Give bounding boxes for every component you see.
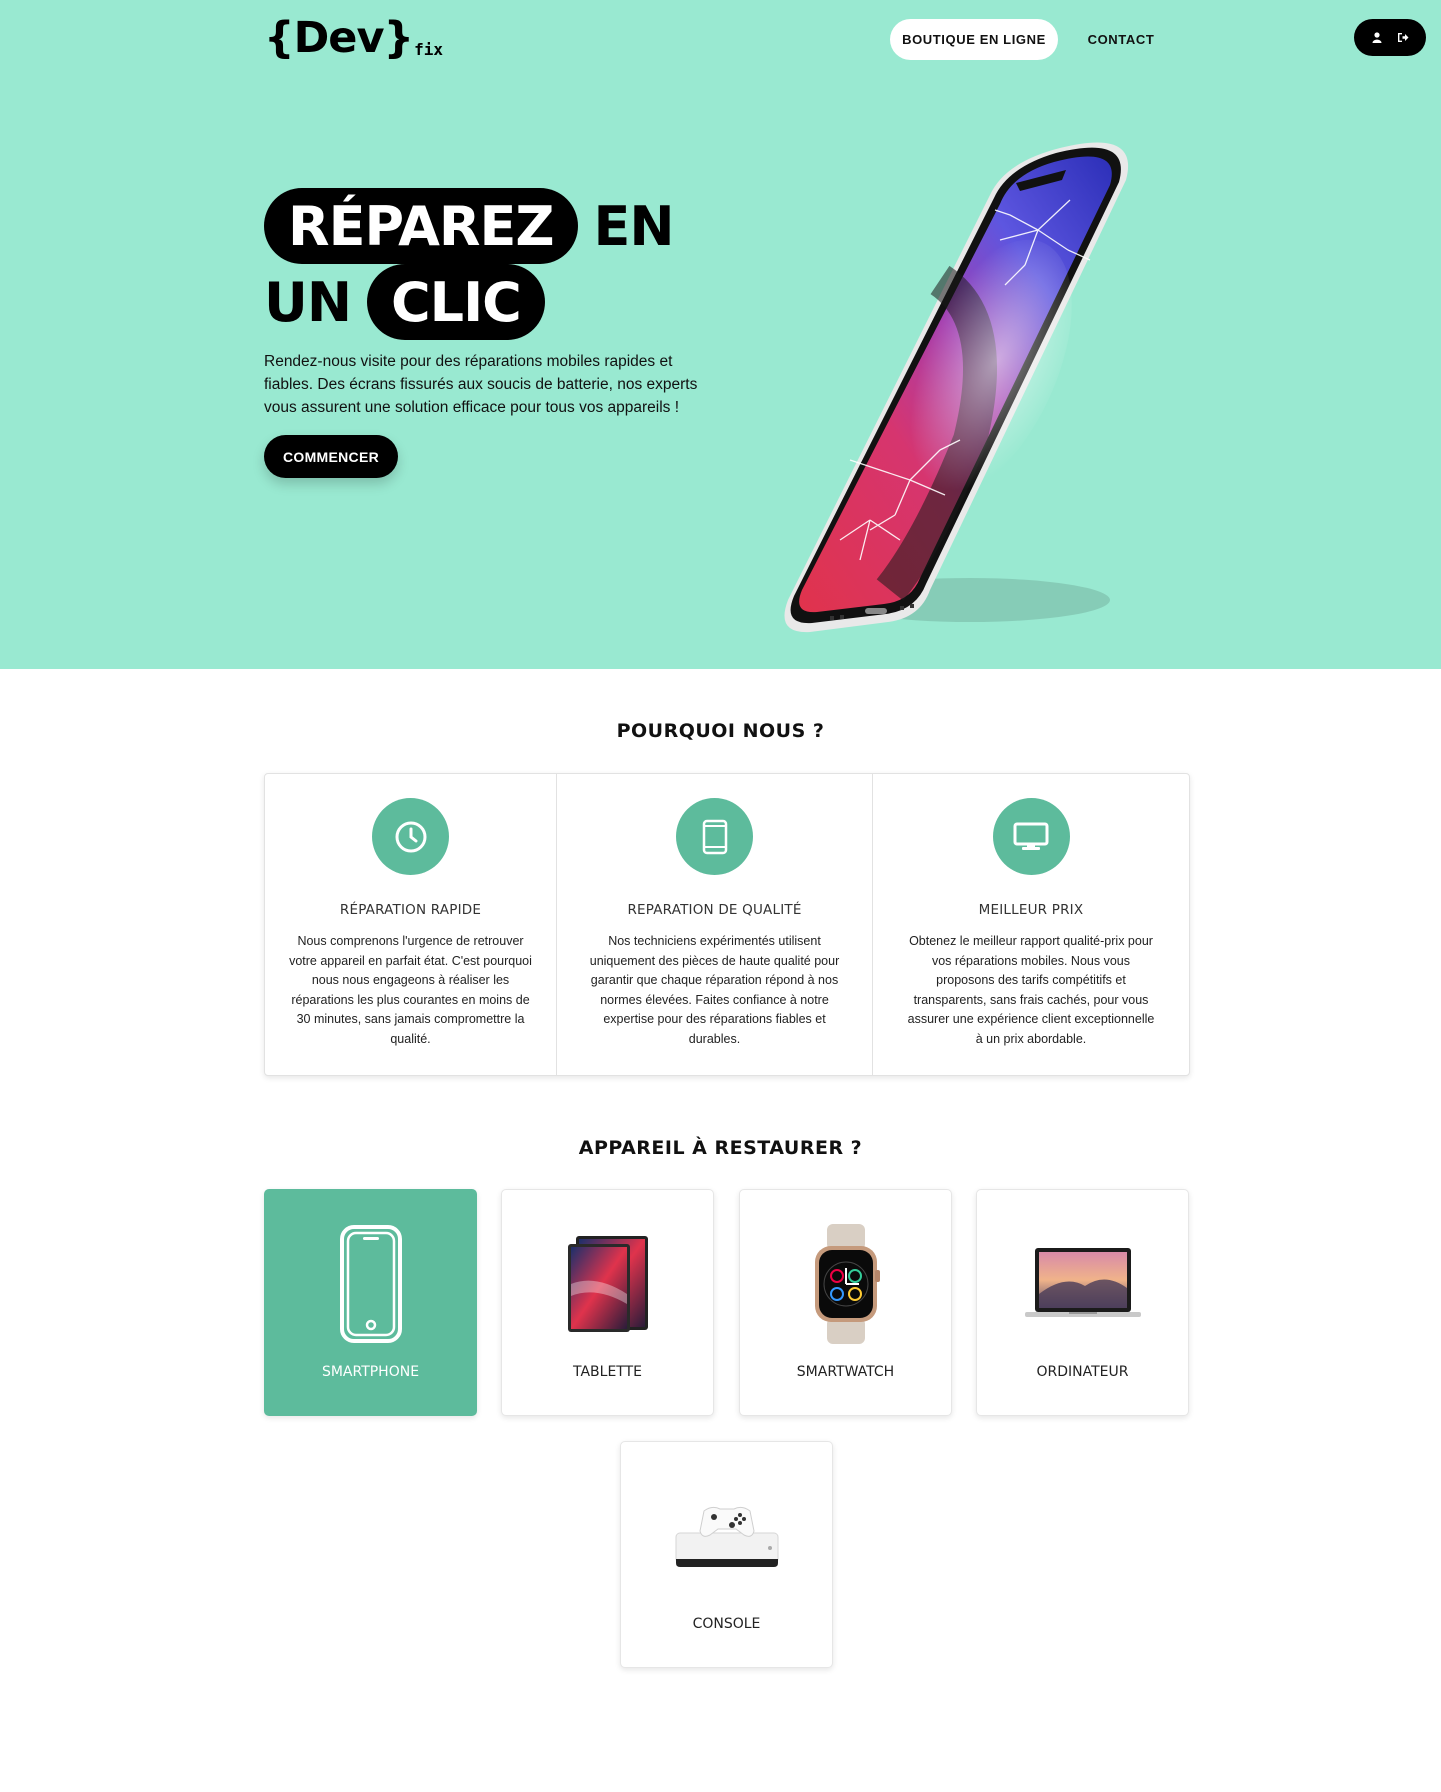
- laptop-icon: [977, 1224, 1188, 1344]
- device-label: CONSOLE: [692, 1616, 761, 1632]
- nav-contact-link[interactable]: CONTACT: [1078, 19, 1164, 60]
- device-label: SMARTWATCH: [796, 1364, 895, 1380]
- console-icon: [621, 1476, 832, 1596]
- title-pill-clic: CLIC: [367, 264, 545, 340]
- user-icon[interactable]: [1367, 28, 1387, 48]
- logo-main: {Dev}: [264, 13, 414, 63]
- start-button[interactable]: COMMENCER: [264, 435, 398, 478]
- device-card-smartwatch[interactable]: SMARTWATCH: [739, 1189, 952, 1416]
- smartphone-icon: [265, 1224, 476, 1344]
- logo[interactable]: {Dev} fix: [264, 12, 443, 64]
- hero-section: {Dev} fix BOUTIQUE EN LIGNE CONTACT RÉPA…: [0, 0, 1441, 669]
- device-label: ORDINATEUR: [1036, 1364, 1129, 1380]
- cracked-phone-image: [770, 120, 1190, 640]
- device-label: TABLETTE: [573, 1364, 642, 1380]
- tablet-icon: [502, 1224, 713, 1344]
- why-card-text: Nos techniciens expérimentés utilisent u…: [589, 934, 840, 1046]
- device-card-tablet[interactable]: TABLETTE: [501, 1189, 714, 1416]
- smartwatch-icon: [740, 1224, 951, 1344]
- device-card-console[interactable]: CONSOLE: [620, 1441, 833, 1668]
- title-word-en: EN: [593, 194, 675, 258]
- mobile-icon: [676, 798, 753, 875]
- hero-description: Rendez-nous visite pour des réparations …: [264, 353, 698, 416]
- logo-sub: fix: [414, 40, 444, 59]
- title-word-un: UN: [264, 270, 352, 334]
- why-card-title: RÉPARATION RAPIDE: [339, 902, 482, 918]
- title-pill-repair: RÉPAREZ: [264, 188, 578, 264]
- account-pill: [1354, 19, 1426, 56]
- why-title: POURQUOI NOUS ?: [616, 720, 825, 742]
- why-card-title: MEILLEUR PRIX: [978, 902, 1084, 918]
- why-card-text: Nous comprenons l'urgence de retrouver v…: [289, 934, 532, 1046]
- why-panel: RÉPARATION RAPIDE Nous comprenons l'urge…: [264, 773, 1190, 1076]
- why-card-price: MEILLEUR PRIX Obtenez le meilleur rappor…: [873, 774, 1189, 1075]
- nav-shop-button[interactable]: BOUTIQUE EN LIGNE: [890, 19, 1058, 60]
- device-label: SMARTPHONE: [321, 1364, 420, 1380]
- desktop-icon: [992, 798, 1070, 875]
- device-card-laptop[interactable]: ORDINATEUR: [976, 1189, 1189, 1416]
- why-card-text: Obtenez le meilleur rapport qualité-prix…: [907, 934, 1155, 1046]
- logout-icon[interactable]: [1393, 28, 1413, 48]
- why-card-quality: REPARATION DE QUALITÉ Nos techniciens ex…: [557, 774, 873, 1075]
- why-card-title: REPARATION DE QUALITÉ: [627, 902, 802, 918]
- clock-icon: [372, 798, 449, 875]
- hero-title: RÉPAREZ EN UN CLIC: [264, 188, 690, 340]
- devices-title: APPAREIL À RESTAURER ?: [578, 1137, 863, 1159]
- why-card-fast: RÉPARATION RAPIDE Nous comprenons l'urge…: [265, 774, 557, 1075]
- device-card-smartphone[interactable]: SMARTPHONE: [264, 1189, 477, 1416]
